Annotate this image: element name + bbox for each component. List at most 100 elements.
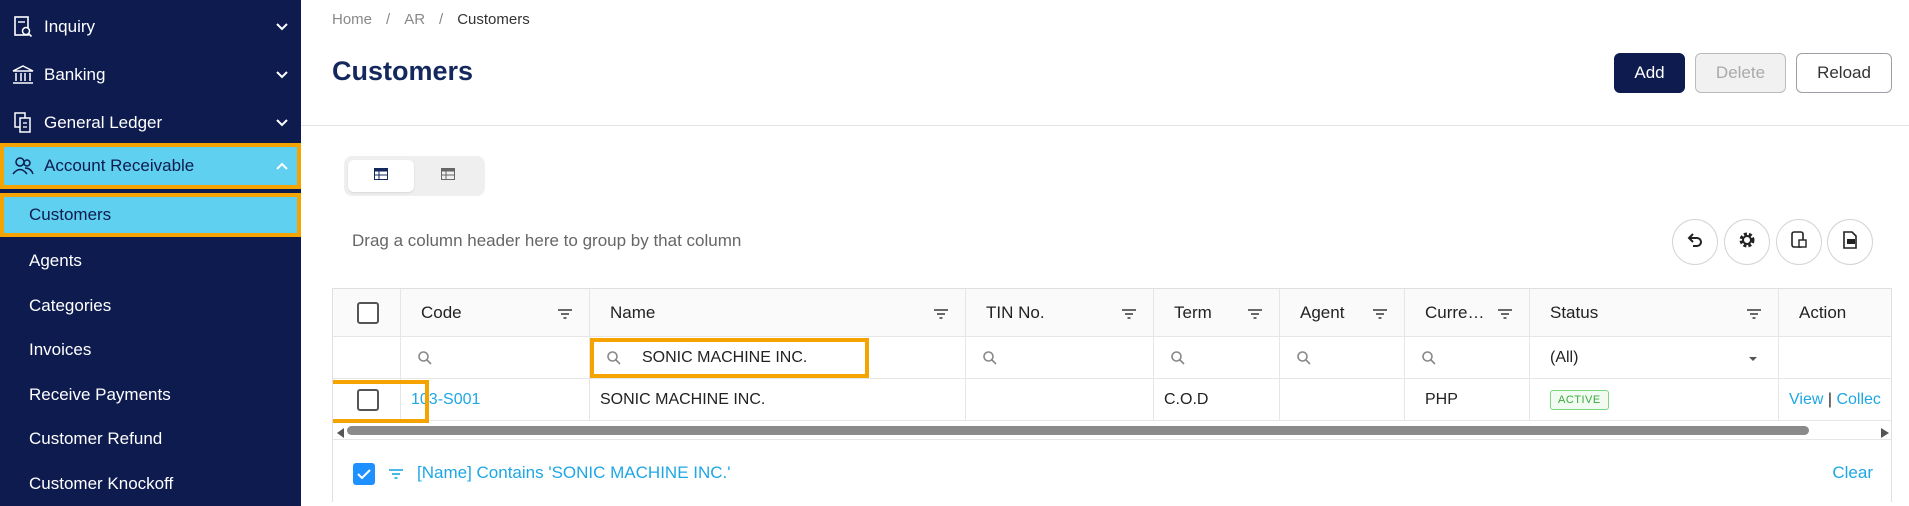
scrollbar-thumb[interactable] — [347, 426, 1809, 435]
customer-name: SONIC MACHINE INC. — [600, 390, 766, 408]
breadcrumb-home[interactable]: Home — [332, 11, 372, 28]
filter-icon[interactable] — [1247, 307, 1263, 319]
page-title: Customers — [332, 56, 474, 86]
header-divider — [301, 125, 1909, 126]
breadcrumb-separator: / — [439, 11, 444, 28]
nav-label: Banking — [44, 65, 106, 84]
list-view-button[interactable] — [415, 160, 481, 192]
filter-icon — [388, 467, 404, 485]
status-cell: ACTIVE — [1529, 379, 1778, 420]
filter-expression[interactable]: [Name] Contains 'SONIC MACHINE INC.' — [417, 463, 731, 483]
gear-icon — [1738, 231, 1756, 254]
action-separator: | — [1827, 390, 1832, 408]
filter-icon[interactable] — [1746, 307, 1762, 319]
column-header-action: Action — [1778, 289, 1891, 336]
undo-icon — [1687, 232, 1703, 252]
sidebar: Inquiry Banking General Ledger Account R… — [0, 0, 301, 506]
status-badge: ACTIVE — [1550, 389, 1609, 410]
chevron-down-icon — [275, 116, 289, 130]
horizontal-scrollbar[interactable] — [333, 421, 1891, 439]
nav-item-inquiry[interactable]: Inquiry — [0, 4, 301, 50]
breadcrumb-current: Customers — [457, 11, 530, 28]
sub-label: Categories — [29, 296, 112, 315]
column-header-name[interactable]: Name — [589, 289, 965, 336]
column-header-currency[interactable]: Curre… — [1404, 289, 1529, 336]
column-label: Agent — [1300, 302, 1345, 322]
term-value: C.O.D — [1164, 390, 1209, 408]
sidebar-item-customer-knockoff[interactable]: Customer Knockoff — [0, 462, 301, 506]
column-label: Term — [1174, 302, 1212, 322]
delete-button[interactable]: Delete — [1695, 53, 1786, 93]
sidebar-item-customer-refund[interactable]: Customer Refund — [0, 417, 301, 461]
chevron-up-icon — [275, 159, 289, 173]
filter-icon[interactable] — [1497, 307, 1513, 319]
breadcrumb: Home / AR / Customers — [332, 11, 530, 28]
filter-icon[interactable] — [1372, 307, 1388, 319]
select-all-cell — [333, 289, 400, 336]
status-filter-select[interactable]: (All) — [1529, 337, 1778, 378]
column-label: Name — [610, 302, 656, 322]
table-row[interactable]: 103-S001 SONIC MACHINE INC. C.O.D PHP AC… — [333, 379, 1891, 421]
column-label: Action — [1799, 302, 1847, 322]
filter-cell-blank — [333, 337, 400, 378]
group-panel-hint[interactable]: Drag a column header here to group by th… — [352, 231, 741, 251]
nav-item-account-receivable[interactable]: Account Receivable — [0, 143, 301, 189]
tin-filter-input[interactable] — [965, 337, 1153, 378]
search-icon — [1170, 350, 1186, 366]
term-cell: C.O.D — [1153, 379, 1279, 420]
column-header-code[interactable]: Code — [400, 289, 589, 336]
filter-icon[interactable] — [1121, 307, 1137, 319]
view-link[interactable]: View — [1789, 391, 1823, 408]
sidebar-item-invoices[interactable]: Invoices — [0, 328, 301, 372]
sub-label: Receive Payments — [29, 385, 171, 404]
column-header-status[interactable]: Status — [1529, 289, 1778, 336]
nav-item-general-ledger[interactable]: General Ledger — [0, 100, 301, 146]
sub-label: Customers — [29, 205, 112, 224]
filter-enabled-checkbox[interactable] — [353, 463, 375, 485]
collect-link[interactable]: Collec — [1836, 391, 1880, 408]
column-label: Status — [1550, 302, 1599, 322]
sidebar-item-customers[interactable]: Customers — [0, 193, 301, 237]
sub-label: Customer Knockoff — [29, 474, 174, 493]
reload-button[interactable]: Reload — [1796, 53, 1892, 93]
receivable-icon — [12, 155, 34, 177]
sidebar-item-receive-payments[interactable]: Receive Payments — [0, 373, 301, 417]
filter-icon[interactable] — [557, 307, 573, 319]
agent-filter-input[interactable] — [1279, 337, 1404, 378]
code-filter-input[interactable] — [400, 337, 589, 378]
currency-value: PHP — [1425, 390, 1458, 408]
currency-filter-input[interactable] — [1404, 337, 1529, 378]
settings-button[interactable] — [1724, 219, 1770, 265]
search-icon — [982, 350, 998, 366]
sidebar-item-categories[interactable]: Categories — [0, 284, 301, 328]
name-cell: SONIC MACHINE INC. — [589, 379, 965, 420]
filter-icon[interactable] — [933, 307, 949, 319]
tin-cell — [965, 379, 1153, 420]
breadcrumb-ar[interactable]: AR — [404, 11, 425, 28]
sub-label: Customer Refund — [29, 429, 163, 448]
name-filter-highlight — [590, 338, 869, 378]
clear-filter-button[interactable]: Clear — [1832, 463, 1873, 483]
list-view-icon — [441, 167, 455, 185]
export-excel-button[interactable] — [1776, 219, 1822, 265]
chevron-down-icon — [275, 68, 289, 82]
search-icon — [1296, 350, 1312, 366]
ledger-icon — [12, 112, 34, 134]
column-header-agent[interactable]: Agent — [1279, 289, 1404, 336]
add-button[interactable]: Add — [1614, 53, 1685, 93]
column-header-tin[interactable]: TIN No. — [965, 289, 1153, 336]
export-pdf-button[interactable] — [1827, 219, 1873, 265]
table-view-icon — [374, 167, 388, 185]
sidebar-item-agents[interactable]: Agents — [0, 239, 301, 283]
nav-label: Inquiry — [44, 17, 96, 36]
code-cell-highlight — [333, 380, 429, 423]
grid-view-button[interactable] — [348, 160, 414, 192]
action-cell: View | Collec — [1778, 379, 1891, 420]
view-toggle — [344, 156, 485, 196]
breadcrumb-separator: / — [386, 11, 391, 28]
undo-button[interactable] — [1672, 219, 1718, 265]
term-filter-input[interactable] — [1153, 337, 1279, 378]
select-all-checkbox[interactable] — [357, 301, 379, 324]
column-header-term[interactable]: Term — [1153, 289, 1279, 336]
nav-item-banking[interactable]: Banking — [0, 52, 301, 98]
